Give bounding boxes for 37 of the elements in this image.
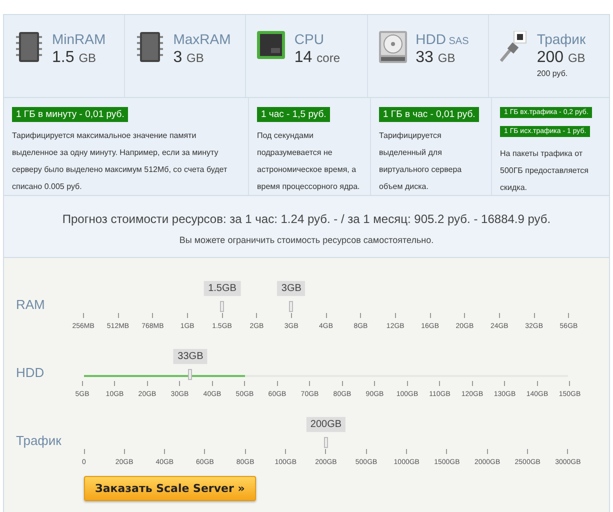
resource-name: HDD SAS [416,31,469,47]
slider-handle[interactable] [220,301,224,312]
price-badge: 1 ГБ в минуту - 0,01 руб. [12,107,128,122]
tariff-description: Под секундами подразумевается не астрономическое время, а время процессорного ядра. [257,130,361,193]
cost-forecast: Прогноз стоимости ресурсов: за 1 час: 1.24 руб. - / за 1 месяц: 905.2 руб. - 16884.9 руб. [62,212,551,226]
resource-value: 14 core [294,49,340,66]
resource-name: Трафик [536,31,586,47]
value-bubble: 1.5GB [204,281,240,296]
slider-label: RAM [15,297,46,312]
resource-value: 200 GB [536,49,586,66]
value-bubble: 200GB [306,417,346,432]
price-note: 200 руб. [536,69,569,78]
resource-value: 33 GB [416,49,456,66]
memory-chip-icon [137,31,164,63]
cost-note: Вы можете ограничить стоимость ресурсов самостоятельно. [179,235,434,245]
network-plug-icon [498,31,529,63]
value-bubble: 3GB [277,281,306,296]
slider-handle[interactable] [324,437,328,448]
memory-chip-icon [16,31,42,63]
hard-drive-icon [378,31,407,63]
cpu-chip-icon [257,31,286,59]
slider-label: Трафик [15,433,62,448]
value-bubble: 33GB [174,349,208,364]
slider-label: HDD [15,365,46,380]
resource-name: MaxRAM [173,31,231,47]
price-badge: 1 ГБ в час - 0,01 руб. [379,107,480,122]
tariff-description: На пакеты трафика от 500ГБ предоставляется скидка. [500,148,590,194]
tariff-description: Тарифицируется выделенный для виртуального сервера объем диска. [379,130,463,193]
order-button[interactable]: Заказать Scale Server » [84,476,256,501]
resource-value: 1.5 GB [52,49,96,66]
slider-handle[interactable] [188,369,192,380]
resource-value: 3 GB [173,49,204,66]
tariff-description: Тарифицируется максимальное значение памяти выделенное за одну минуту. Например, если за минуту серверу было выделено максимум 512Мб, со счета будет списано 0.005 руб. [12,130,228,193]
price-badge: 1 час - 1,5 руб. [257,107,330,122]
resource-name: CPU [294,31,324,47]
resource-name: MinRAM [52,31,106,47]
slider-handle[interactable] [289,301,294,312]
